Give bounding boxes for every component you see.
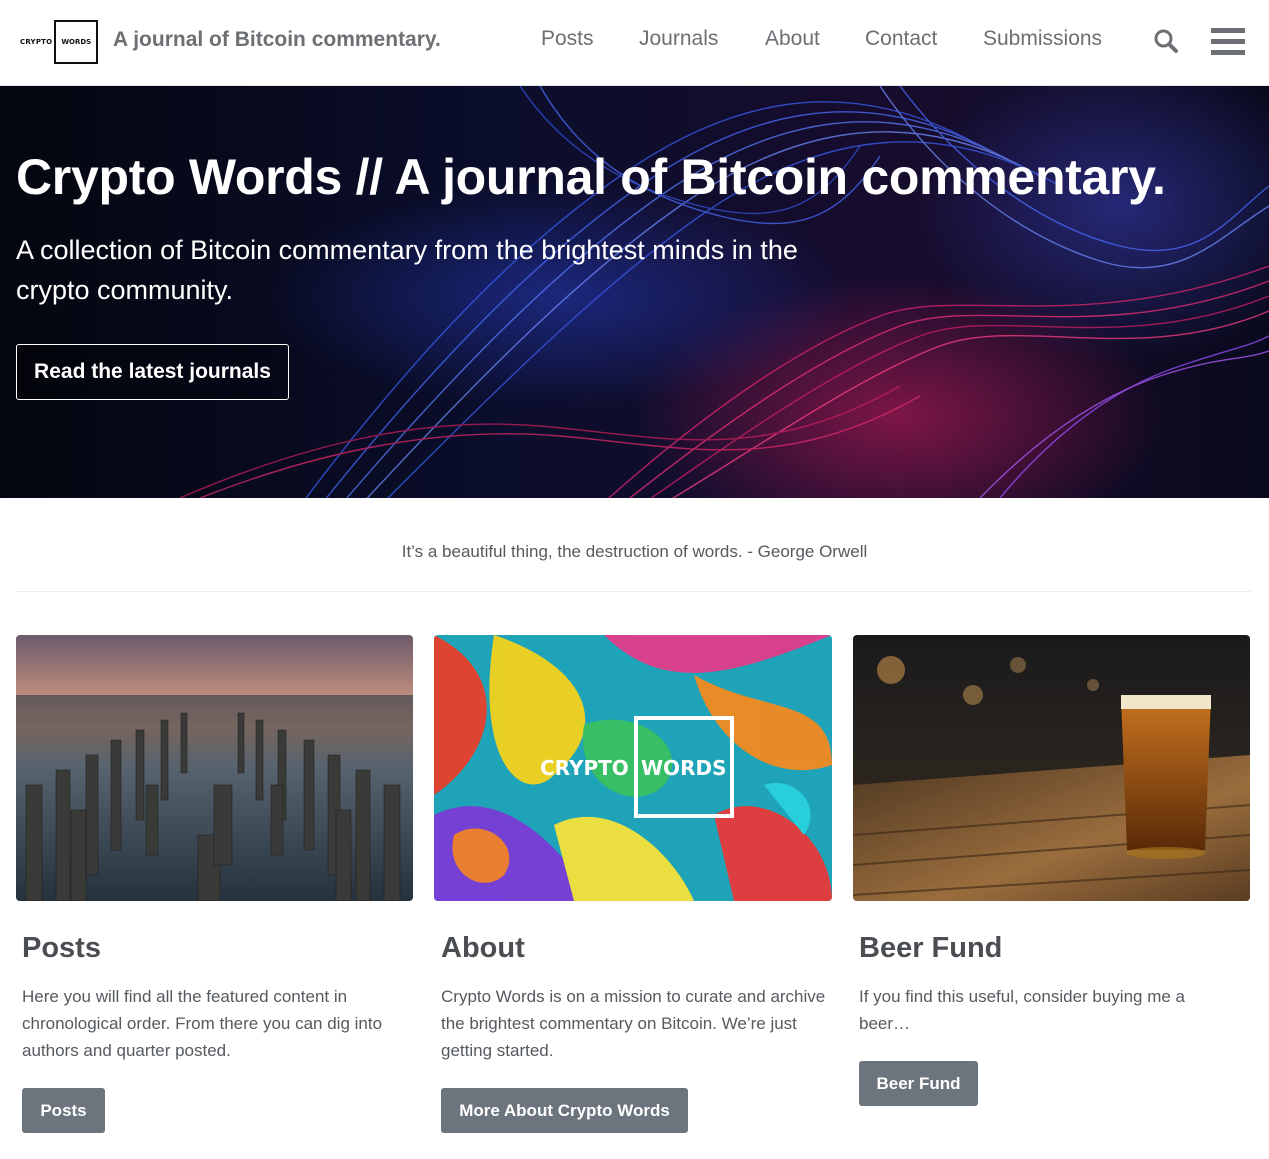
site-logo[interactable]: CRYPTO WORDS [20,20,99,64]
orwell-quote: It’s a beautiful thing, the destruction … [401,542,868,561]
posts-card-title: Posts [22,932,101,964]
logo-text-words: WORDS [54,20,99,64]
nav-item-submissions[interactable]: Submissions [983,27,1102,51]
hamburger-menu-icon[interactable] [1211,28,1245,56]
hero-banner: Crypto Words // A journal of Bitcoin com… [0,86,1269,498]
beer-fund-card-text: If you find this useful, consider buying… [859,987,1186,1033]
read-latest-journals-button[interactable]: Read the latest journals [16,344,289,400]
posts-card-image[interactable] [16,635,413,901]
about-image-logo-crypto: CRYPTO [540,756,629,780]
site-header: CRYPTO WORDS A journal of Bitcoin commen… [0,0,1269,86]
more-about-button[interactable]: More About Crypto Words [441,1088,688,1133]
nav-item-journals[interactable]: Journals [639,27,718,51]
about-image-logo-words: WORDS [641,756,726,780]
hero-title: Crypto Words // A journal of Bitcoin com… [16,149,1166,205]
search-icon[interactable] [1153,28,1179,54]
logo-text-crypto: CRYPTO [20,38,53,46]
nav-item-posts[interactable]: Posts [541,27,594,51]
about-card-title: About [441,932,525,964]
about-card-text: Crypto Words is on a mission to curate a… [441,987,826,1060]
nav-item-about[interactable]: About [765,27,820,51]
posts-button[interactable]: Posts [22,1088,105,1133]
posts-card-text: Here you will find all the featured cont… [22,987,383,1060]
hero-subtitle: A collection of Bitcoin commentary from … [16,235,798,305]
site-title[interactable]: A journal of Bitcoin commentary. [113,28,441,52]
section-divider [16,591,1251,592]
beer-fund-card-image[interactable] [853,635,1250,901]
beer-fund-card-title: Beer Fund [859,932,1003,964]
about-card-image[interactable]: CRYPTO WORDS [434,635,832,901]
nav-item-contact[interactable]: Contact [865,27,937,51]
beer-fund-button[interactable]: Beer Fund [859,1061,978,1106]
